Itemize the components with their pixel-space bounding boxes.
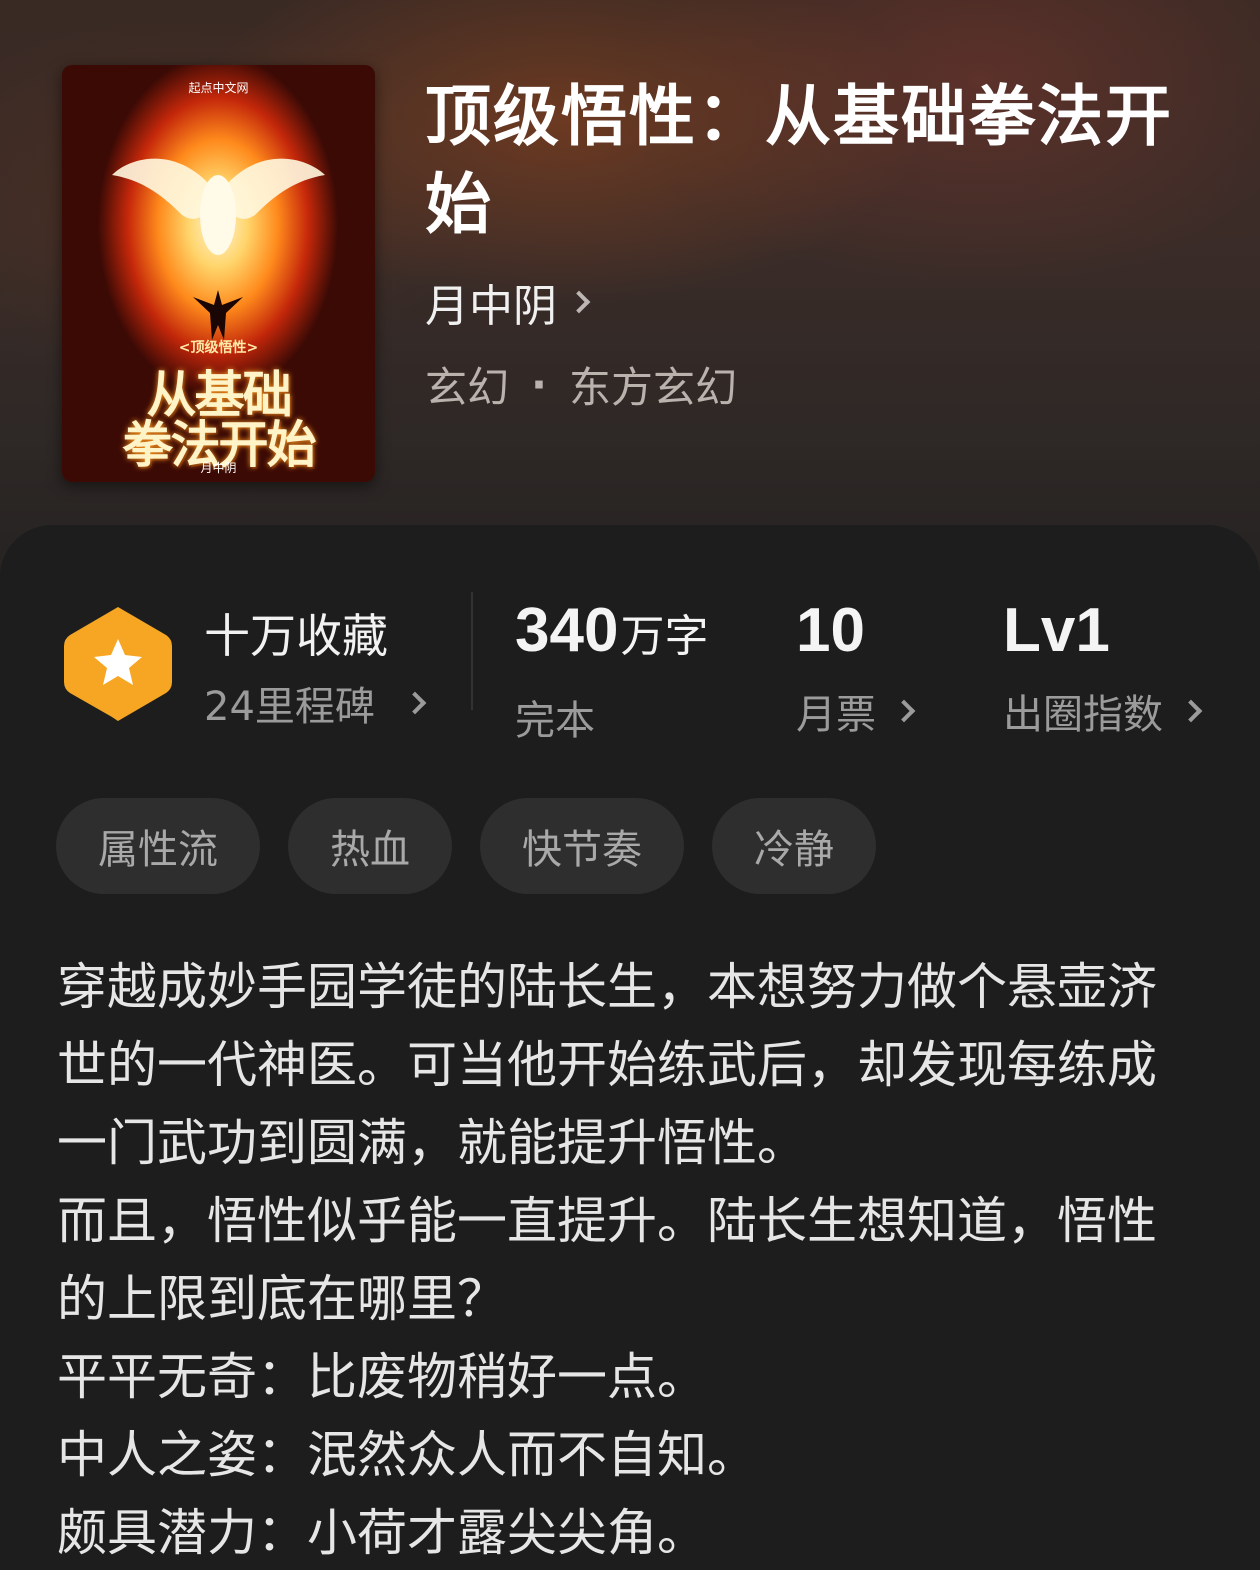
- milestones-label: 24里程碑: [204, 684, 375, 730]
- word-count-number: 340: [515, 596, 619, 665]
- tag-chip[interactable]: 快节奏: [480, 798, 684, 894]
- synopsis-paragraph: 平平无奇：比废物稍好一点。: [57, 1348, 707, 1406]
- cover-wings-illustration: [112, 158, 325, 255]
- chevron-right-icon: [892, 699, 916, 723]
- monthly-tickets-label: 月票: [796, 692, 876, 738]
- monthly-tickets-stat[interactable]: 10 月票: [796, 600, 916, 740]
- favorites-count[interactable]: 十万收藏: [204, 600, 388, 666]
- tag-list: 属性流 热血 快节奏 冷静: [56, 798, 876, 894]
- tag-chip[interactable]: 属性流: [56, 798, 260, 894]
- book-title: 顶级悟性：从基础拳法开始: [425, 77, 1173, 243]
- cover-publisher: 起点中文网: [188, 81, 249, 95]
- author-name: 月中阴: [425, 281, 557, 332]
- stats-divider: [471, 592, 473, 710]
- popularity-index-stat[interactable]: Lv1 出圈指数: [1003, 600, 1203, 740]
- tag-chip[interactable]: 热血: [288, 798, 452, 894]
- chevron-right-icon: [1179, 699, 1203, 723]
- genre-row: 玄幻 · 东方玄幻: [425, 354, 737, 415]
- word-count-unit: 万字: [620, 612, 709, 661]
- cover-figure-silhouette: [193, 290, 243, 340]
- word-count-stat: 340万字 完本: [515, 600, 708, 746]
- synopsis[interactable]: 穿越成妙手园学徒的陆长生，本想努力做个悬壶济世的一代神医。可当他开始练武后，却发…: [57, 948, 1197, 1570]
- popularity-level: Lv1: [1003, 596, 1110, 665]
- milestones-link[interactable]: 24里程碑: [204, 674, 427, 732]
- chevron-right-icon: [403, 691, 427, 715]
- synopsis-paragraph: 中人之姿：泯然众人而不自知。: [57, 1426, 757, 1484]
- tag-chip[interactable]: 冷静: [712, 798, 876, 894]
- chevron-right-icon: [567, 290, 591, 314]
- cover-subtitle: <顶级悟性>: [178, 340, 259, 356]
- synopsis-paragraph: 而且，悟性似乎能一直提升。陆长生想知道，悟性的上限到底在哪里？: [57, 1192, 1157, 1328]
- book-cover[interactable]: 起点中文网 <顶级悟性> 从基础 拳法开始 月中阴: [62, 65, 375, 482]
- cover-author: 月中阴: [200, 461, 237, 475]
- synopsis-paragraph: 穿越成妙手园学徒的陆长生，本想努力做个悬壶济世的一代神医。可当他开始练武后，却发…: [57, 958, 1157, 1172]
- popularity-label: 出圈指数: [1003, 692, 1163, 738]
- completion-status: 完本: [515, 698, 595, 744]
- genre-sub[interactable]: 东方玄幻: [569, 354, 737, 415]
- genre-main[interactable]: 玄幻: [425, 354, 509, 415]
- monthly-tickets-number: 10: [796, 596, 865, 665]
- synopsis-paragraph: 颇具潜力：小荷才露尖尖角。: [57, 1504, 707, 1562]
- star-hexagon-icon: [64, 607, 172, 721]
- genre-separator: ·: [531, 360, 547, 409]
- author-link[interactable]: 月中阴: [425, 272, 591, 332]
